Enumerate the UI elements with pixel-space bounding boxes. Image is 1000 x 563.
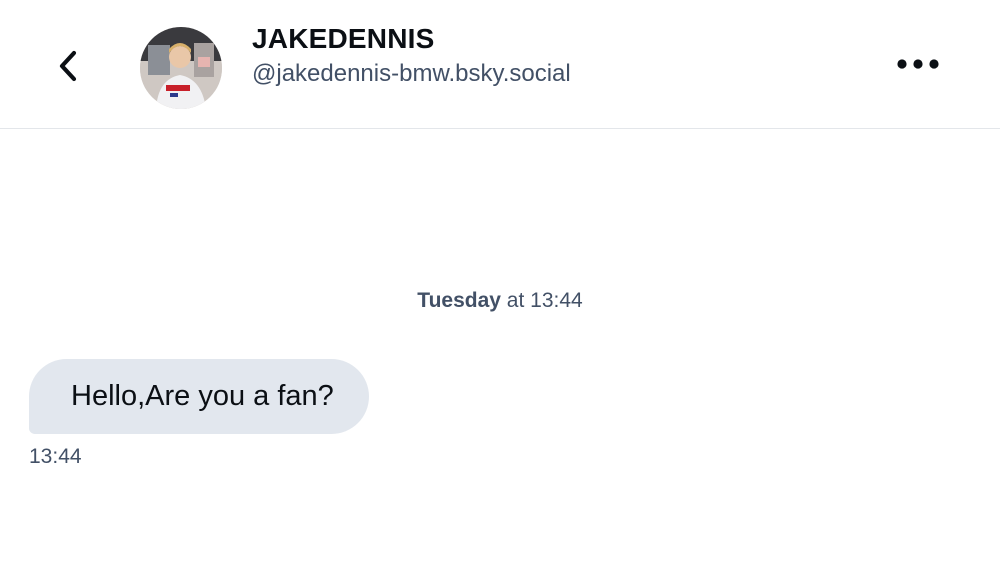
- date-divider: Tuesday at 13:44: [0, 289, 1000, 313]
- date-divider-time: at 13:44: [500, 289, 583, 312]
- date-divider-day: Tuesday: [417, 289, 501, 312]
- conversation-header: JAKEDENNIS @jakedennis-bmw.bsky.social: [0, 0, 1000, 129]
- message-text: Hello,Are you a fan?: [71, 380, 334, 412]
- avatar[interactable]: [140, 27, 222, 109]
- back-button[interactable]: [48, 46, 88, 90]
- message-timestamp: 13:44: [29, 445, 82, 468]
- dm-conversation-screen: JAKEDENNIS @jakedennis-bmw.bsky.social T…: [0, 0, 1000, 563]
- ellipsis-horizontal-icon: [896, 57, 940, 75]
- more-options-button[interactable]: [890, 46, 946, 86]
- chevron-left-icon: [55, 48, 81, 89]
- message-bubble[interactable]: Hello,Are you a fan?: [29, 359, 369, 434]
- contact-display-name: JAKEDENNIS: [252, 23, 435, 54]
- contact-handle: @jakedennis-bmw.bsky.social: [252, 60, 571, 87]
